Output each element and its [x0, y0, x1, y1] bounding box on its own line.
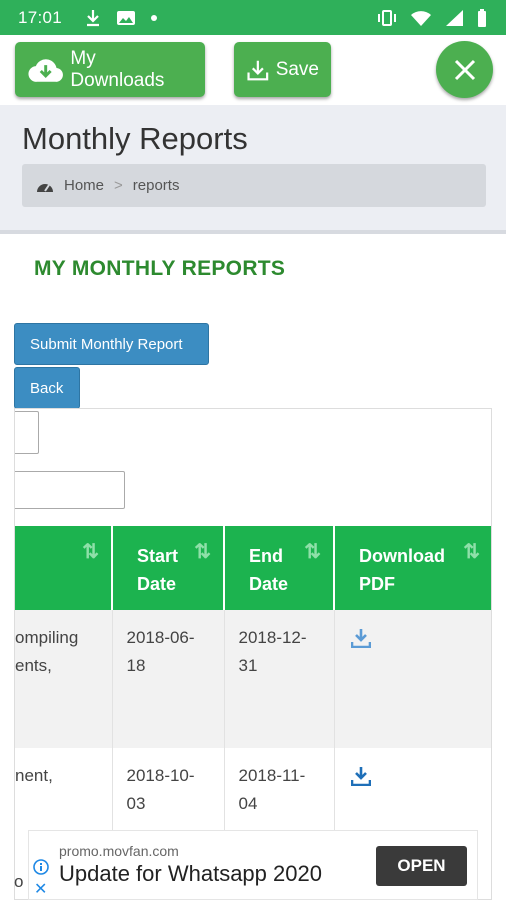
- start-date-cell: 2018-06- 18: [112, 610, 225, 748]
- ad-banner[interactable]: ✕ promo.movfan.com Update for Whatsapp 2…: [28, 830, 478, 900]
- download-pdf-cell: [334, 610, 491, 748]
- info-icon[interactable]: [33, 859, 49, 875]
- dashboard-icon: [37, 183, 53, 192]
- app-toolbar: My Downloads Save: [0, 35, 506, 105]
- download-notification-icon: [87, 9, 100, 26]
- signal-icon: [446, 9, 463, 26]
- submit-monthly-report-button[interactable]: Submit Monthly Report: [14, 323, 209, 365]
- page-title: Monthly Reports: [22, 121, 248, 156]
- download-pdf-icon[interactable]: [350, 766, 371, 786]
- sort-icon: ⇅: [82, 541, 99, 563]
- save-button[interactable]: Save: [234, 42, 331, 97]
- notification-icons: [84, 9, 158, 27]
- cut-off-text: o: [14, 872, 24, 891]
- column-header-download-pdf[interactable]: Download PDF ⇅: [334, 526, 491, 610]
- wifi-icon: [411, 10, 431, 26]
- reports-table-container: ⇅ Start Date ⇅ End Date ⇅ Download PDF ⇅ om…: [14, 408, 492, 900]
- breadcrumb-home[interactable]: Home: [64, 177, 104, 194]
- status-bar: 17:01: [0, 0, 506, 35]
- ad-domain: promo.movfan.com: [59, 843, 179, 859]
- image-notification-icon: [117, 10, 136, 25]
- page-header: Monthly Reports Home > reports: [0, 105, 506, 230]
- save-label: Save: [275, 58, 319, 80]
- close-button[interactable]: [436, 41, 493, 98]
- cloud-download-icon: [28, 58, 63, 82]
- report-title-cell: ompiling ents,: [15, 610, 113, 748]
- sort-icon: ⇅: [304, 541, 321, 563]
- status-time: 17:01: [18, 7, 63, 27]
- table-row: ompiling ents, 2018-06- 18 2018-12- 31: [15, 610, 491, 748]
- my-downloads-button[interactable]: My Downloads: [15, 42, 205, 97]
- header-divider: [0, 230, 506, 234]
- section-title: MY MONTHLY REPORTS: [34, 257, 286, 280]
- system-icons: [376, 8, 488, 28]
- sort-icon: ⇅: [194, 541, 211, 563]
- breadcrumb-separator: >: [114, 177, 123, 194]
- reports-table: ⇅ Start Date ⇅ End Date ⇅ Download PDF ⇅ om…: [15, 526, 491, 858]
- sort-icon: ⇅: [463, 541, 480, 563]
- entries-select[interactable]: [15, 411, 39, 454]
- breadcrumb-current: reports: [132, 177, 180, 194]
- breadcrumb: Home > reports: [22, 164, 486, 207]
- column-header-start-date[interactable]: Start Date ⇅: [112, 526, 225, 610]
- table-search-input[interactable]: [15, 471, 125, 509]
- my-downloads-label: My Downloads: [70, 47, 165, 91]
- vibrate-icon: [378, 9, 396, 26]
- ad-open-button[interactable]: OPEN: [376, 846, 467, 886]
- table-header-row: ⇅ Start Date ⇅ End Date ⇅ Download PDF ⇅: [15, 526, 491, 610]
- column-header-end-date[interactable]: End Date ⇅: [224, 526, 335, 610]
- download-pdf-icon[interactable]: [350, 628, 371, 648]
- ad-headline: Update for Whatsapp 2020: [59, 861, 322, 886]
- close-icon: [454, 59, 475, 80]
- battery-icon: [478, 8, 486, 27]
- column-header-title[interactable]: ⇅: [15, 526, 113, 610]
- save-download-icon: [247, 60, 269, 80]
- end-date-cell: 2018-12- 31: [224, 610, 335, 748]
- ad-close-icon[interactable]: ✕: [34, 879, 47, 899]
- dot-icon: [151, 14, 158, 21]
- back-button[interactable]: Back: [14, 367, 80, 409]
